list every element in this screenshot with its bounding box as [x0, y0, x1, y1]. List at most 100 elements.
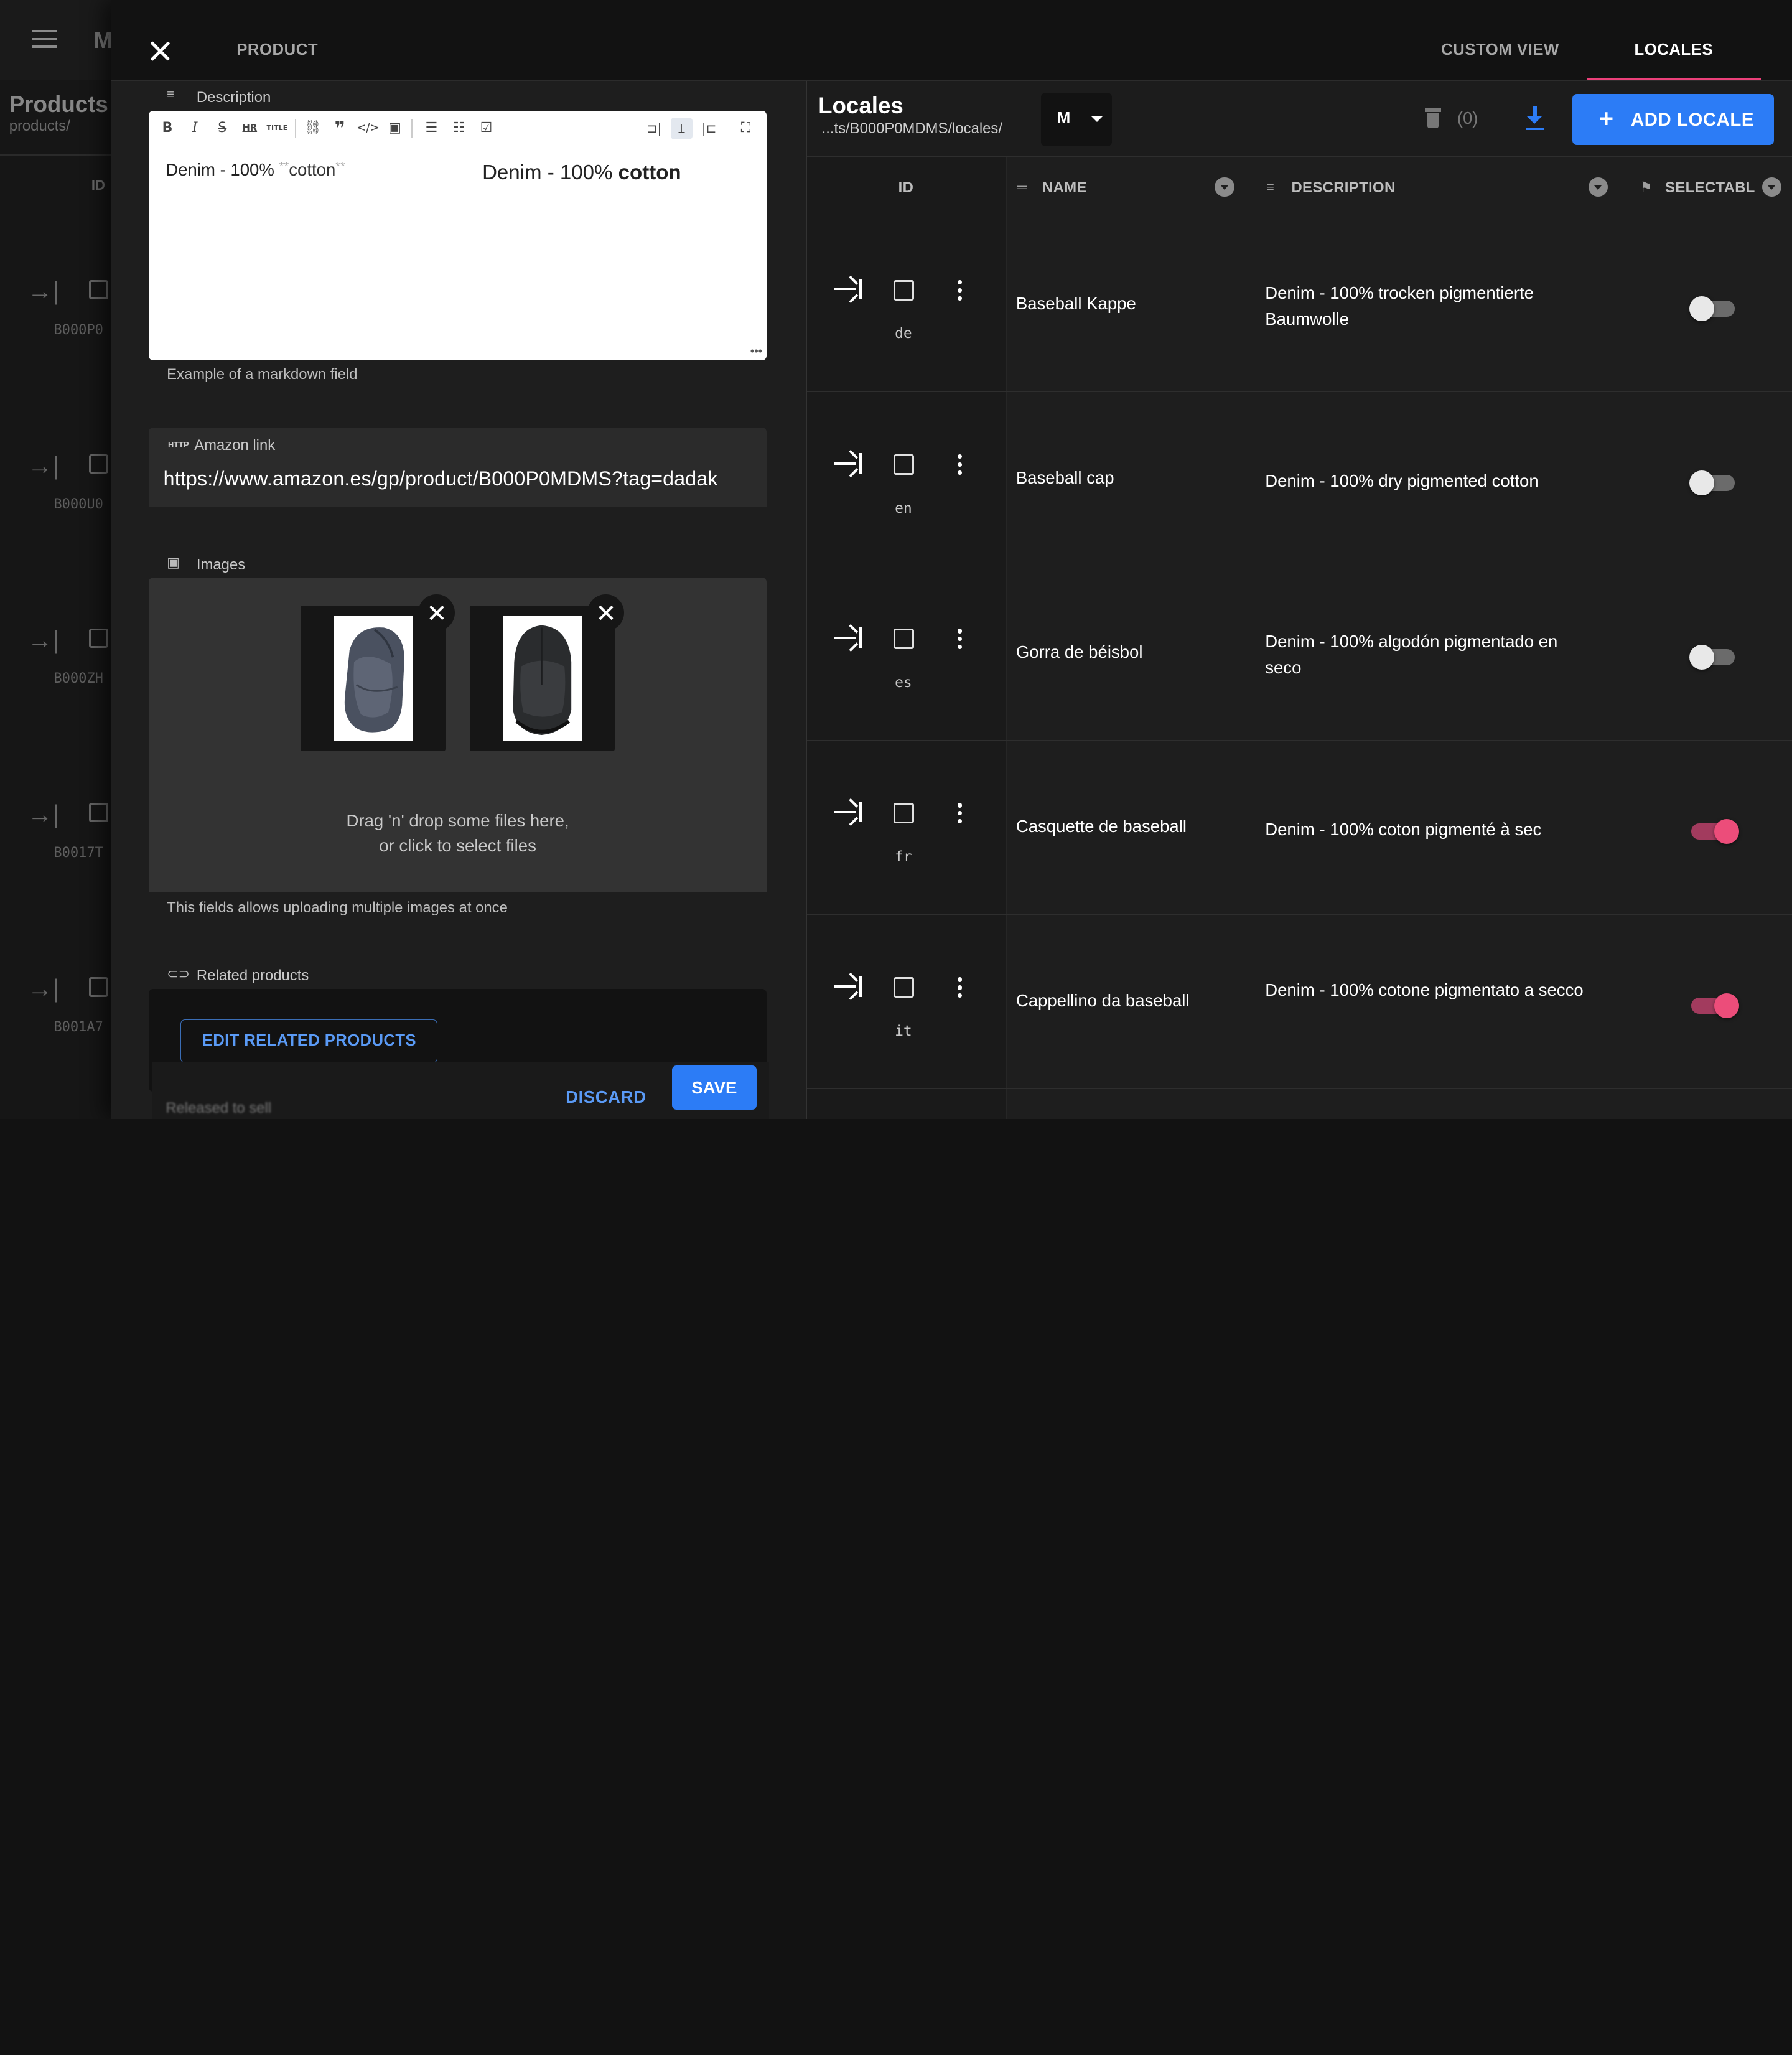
row-checkbox[interactable]: [894, 629, 915, 650]
more-vert-icon[interactable]: [956, 803, 963, 824]
preview-text: Denim - 100%: [482, 161, 618, 184]
discard-button[interactable]: DISCARD: [566, 1087, 646, 1107]
column-header-selectable[interactable]: SELECTABL: [1665, 179, 1755, 197]
more-vert-icon[interactable]: [956, 454, 963, 475]
markdown-source[interactable]: Denim - 100% **cotton**: [149, 146, 457, 360]
italic-icon[interactable]: I: [184, 118, 206, 139]
cell-description[interactable]: Denim - 100% coton pigmenté à sec: [1265, 817, 1597, 843]
background-table-row[interactable]: →| B000U0: [0, 451, 112, 625]
more-vert-icon[interactable]: [956, 279, 963, 301]
quote-icon[interactable]: ❞: [329, 118, 351, 139]
remove-image-icon[interactable]: [418, 594, 455, 631]
save-button[interactable]: SAVE: [671, 1065, 757, 1110]
cell-name[interactable]: Baseball cap: [1016, 468, 1114, 488]
link-icon[interactable]: ⛓: [302, 118, 324, 139]
tab-custom-view[interactable]: CUSTOM VIEW: [1441, 41, 1559, 59]
row-id: B001A7: [54, 1019, 103, 1036]
open-entity-icon[interactable]: →|: [27, 800, 59, 829]
open-entity-icon[interactable]: [834, 972, 864, 1001]
background-table-row[interactable]: →| B000P0: [0, 276, 112, 450]
amazon-link-value[interactable]: https://www.amazon.es/gp/product/B000P0M…: [164, 467, 718, 490]
column-menu-icon[interactable]: [1762, 177, 1782, 197]
row-checkbox[interactable]: [89, 803, 109, 823]
table-row[interactable]: it Cappellino da baseball Denim - 100% cot…: [806, 915, 1792, 1090]
cell-name[interactable]: Gorra de béisbol: [1016, 642, 1143, 662]
column-menu-icon[interactable]: [1589, 177, 1608, 197]
code-icon[interactable]: </>: [357, 118, 380, 139]
source-bold-word: cotton: [289, 160, 336, 180]
selectable-toggle[interactable]: [1689, 294, 1737, 324]
open-entity-icon[interactable]: →|: [27, 625, 59, 655]
cell-description[interactable]: Denim - 100% cotone pigmentato a secco: [1265, 977, 1597, 1003]
table-size-select[interactable]: M: [1041, 92, 1113, 147]
delete-icon[interactable]: [1425, 108, 1442, 128]
background-table-row[interactable]: →| B000ZH: [0, 625, 112, 799]
open-entity-icon[interactable]: →|: [27, 276, 59, 306]
split-view-icon[interactable]: ⌶: [671, 118, 693, 140]
amazon-link-field[interactable]: HTTP Amazon link https://www.amazon.es/g…: [148, 427, 767, 508]
open-entity-icon[interactable]: [834, 449, 864, 477]
table-row[interactable]: es Gorra de béisbol Denim - 100% algodón p…: [806, 567, 1792, 741]
download-icon[interactable]: [1524, 106, 1545, 131]
bullet-list-icon[interactable]: ☰: [421, 118, 442, 139]
title-icon[interactable]: TITLE: [266, 118, 288, 139]
cell-name[interactable]: Casquette de baseball: [1016, 817, 1187, 836]
table-row[interactable]: de Baseball Kappe Denim - 100% trocken pig…: [806, 218, 1792, 392]
image-thumbnail[interactable]: [301, 606, 446, 751]
open-entity-icon[interactable]: [834, 624, 864, 652]
numbered-list-icon[interactable]: ☷: [448, 118, 470, 139]
column-header-description[interactable]: DESCRIPTION: [1291, 179, 1395, 197]
table-row[interactable]: fr Casquette de baseball Denim - 100% coto…: [806, 741, 1792, 915]
tab-product[interactable]: PRODUCT: [236, 41, 318, 59]
row-checkbox[interactable]: [894, 803, 915, 824]
horizontal-rule-icon[interactable]: HR: [239, 118, 261, 139]
open-entity-icon[interactable]: →|: [27, 451, 59, 480]
cell-name[interactable]: Baseball Kappe: [1016, 294, 1136, 314]
background-id-header: ID: [91, 177, 105, 193]
cell-description[interactable]: Denim - 100% dry pigmented cotton: [1265, 468, 1597, 494]
menu-icon[interactable]: [32, 29, 57, 50]
add-locale-button[interactable]: + ADD LOCALE: [1572, 93, 1774, 146]
edit-related-products-button[interactable]: EDIT RELATED PRODUCTS: [180, 1019, 438, 1064]
column-header-id[interactable]: ID: [898, 179, 914, 197]
row-checkbox[interactable]: [89, 279, 109, 300]
row-checkbox[interactable]: [89, 629, 109, 648]
bold-icon[interactable]: B: [157, 118, 179, 139]
image-dropzone[interactable]: Drag 'n' drop some files here, or click …: [148, 577, 767, 893]
selectable-toggle[interactable]: [1689, 991, 1740, 1021]
remove-image-icon[interactable]: [587, 594, 624, 631]
row-checkbox[interactable]: [89, 977, 109, 997]
resize-handle[interactable]: •••: [750, 344, 762, 358]
strikethrough-icon[interactable]: S: [212, 118, 233, 139]
row-checkbox[interactable]: [894, 279, 915, 301]
open-entity-icon[interactable]: [834, 275, 864, 303]
editor-only-icon[interactable]: ⊐|: [643, 118, 665, 139]
cell-name[interactable]: Cappellino da baseball: [1016, 991, 1190, 1011]
table-row[interactable]: en Baseball cap Denim - 100% dry pigmented…: [806, 393, 1792, 567]
row-checkbox[interactable]: [894, 977, 915, 998]
background-table-row[interactable]: →| B001A7: [0, 974, 112, 1119]
tab-locales[interactable]: LOCALES: [1634, 41, 1713, 59]
more-vert-icon[interactable]: [956, 629, 963, 650]
cell-description[interactable]: Denim - 100% algodón pigmentado en seco: [1265, 629, 1597, 681]
link-icon: ⊂⊃: [167, 965, 190, 981]
close-icon[interactable]: [145, 38, 175, 68]
image-thumbnail[interactable]: [469, 606, 615, 751]
open-entity-icon[interactable]: [834, 798, 864, 826]
preview-only-icon[interactable]: |⊏: [698, 118, 720, 139]
more-vert-icon[interactable]: [956, 977, 963, 998]
cell-description[interactable]: Denim - 100% trocken pigmentierte Baumwo…: [1265, 280, 1597, 333]
column-menu-icon[interactable]: [1215, 177, 1234, 197]
checklist-icon[interactable]: ☑: [475, 118, 497, 139]
selectable-toggle[interactable]: [1689, 468, 1737, 498]
image-icon[interactable]: ▣: [384, 118, 406, 139]
column-header-name[interactable]: NAME: [1042, 179, 1087, 197]
fullscreen-icon[interactable]: ⛶: [735, 118, 757, 139]
row-checkbox[interactable]: [89, 454, 109, 474]
markdown-editor[interactable]: B I S HR TITLE ⛓ ❞ </> ▣ ☰ ☷ ☑ ⊐| ⌶ |⊏ ⛶…: [148, 111, 767, 360]
selectable-toggle[interactable]: [1689, 817, 1740, 846]
selectable-toggle[interactable]: [1689, 642, 1737, 672]
open-entity-icon[interactable]: →|: [27, 974, 59, 1003]
row-checkbox[interactable]: [894, 454, 915, 475]
background-table-row[interactable]: →| B0017T: [0, 800, 112, 973]
